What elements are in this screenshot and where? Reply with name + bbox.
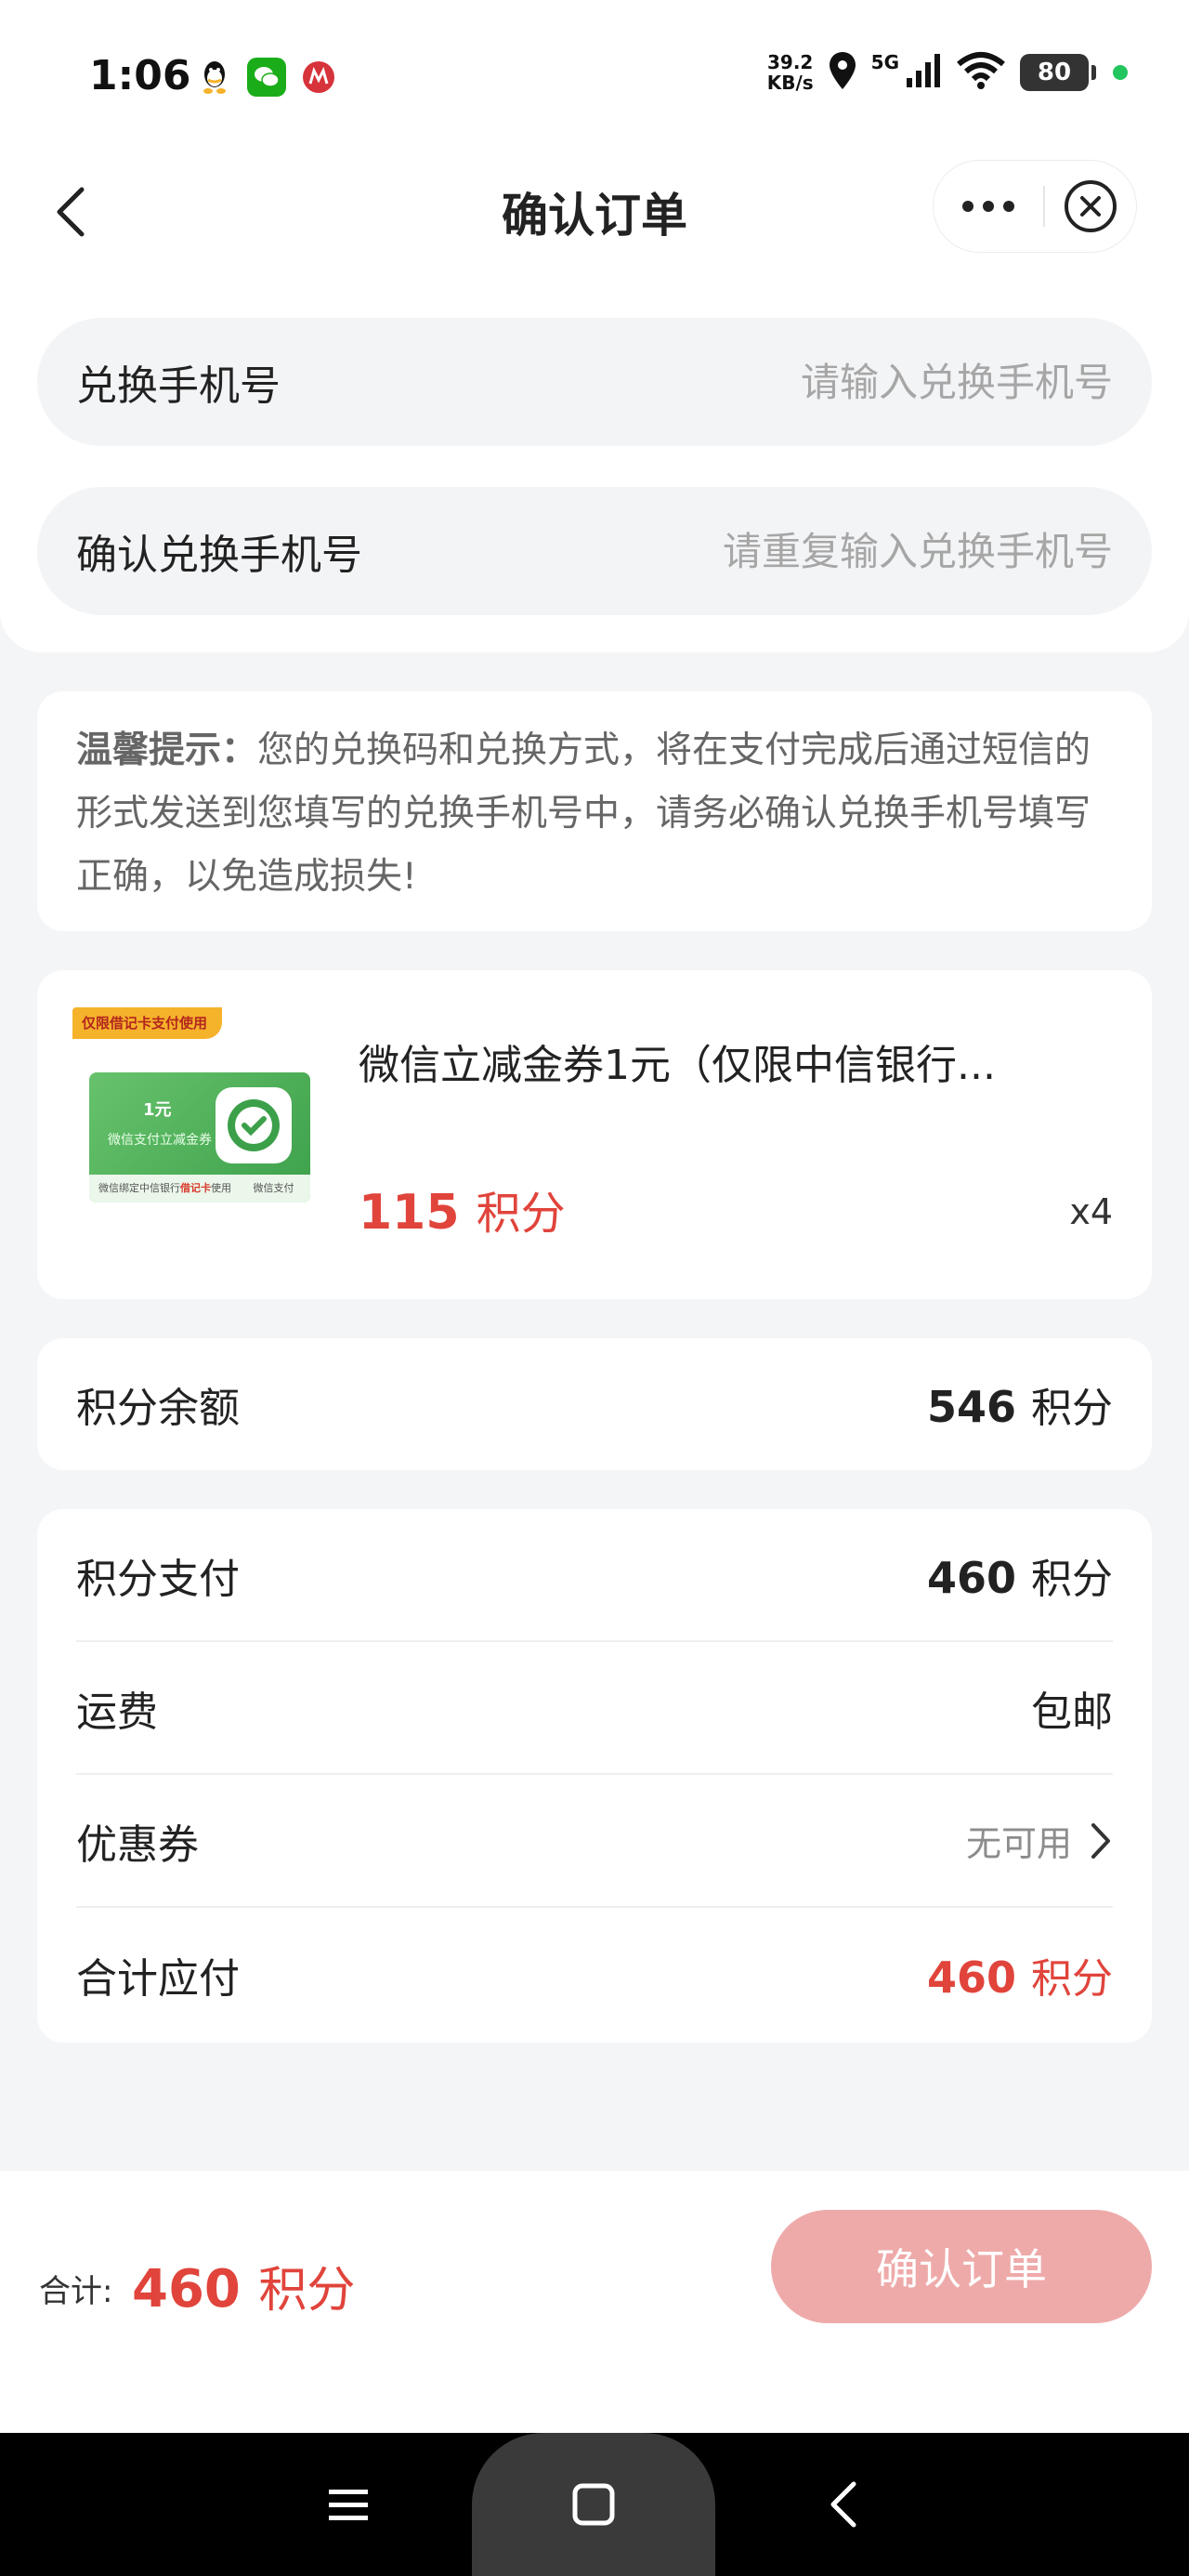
total-unit: 积分 xyxy=(1031,1954,1113,2003)
battery-indicator: 80 xyxy=(1020,54,1096,91)
shipping-value: 包邮 xyxy=(1031,1688,1113,1736)
product-title: 微信立减金券1元（仅限中信银行... xyxy=(359,1042,996,1089)
coupon-value: 无可用 xyxy=(965,1823,1072,1864)
footer-total-label: 合计: xyxy=(39,2273,113,2310)
product-price-value: 115 xyxy=(359,1185,460,1241)
home-square-icon xyxy=(572,2483,615,2526)
debit-only-badge: 仅限借记卡支付使用 xyxy=(72,1007,223,1039)
coupon-footer-suffix: 使用 xyxy=(211,1182,231,1194)
confirm-phone-input[interactable] xyxy=(593,528,1113,574)
more-dots-icon xyxy=(962,201,1014,212)
points-pay-value: 460 xyxy=(926,1552,1016,1603)
tip-text: 温馨提示：您的兑换码和兑换方式，将在支付完成后通过短信的形式发送到您填写的兑换手… xyxy=(76,719,1113,909)
home-button[interactable] xyxy=(472,2433,715,2576)
shipping-label: 运费 xyxy=(76,1688,158,1736)
wifi-icon xyxy=(955,51,1007,94)
close-circle-icon xyxy=(1065,180,1117,232)
coupon-amount: 1元 xyxy=(143,1100,172,1120)
net-speed-unit: KB/s xyxy=(766,72,814,94)
system-back-button[interactable] xyxy=(801,2433,884,2576)
recent-apps-button[interactable] xyxy=(307,2433,390,2576)
summary-card: 积分支付 460 积分 运费 包邮 优惠券 无可用 合计应付 460 积分 xyxy=(37,1509,1152,2043)
phone-label: 兑换手机号 xyxy=(76,362,281,410)
mini-program-capsule xyxy=(933,160,1137,253)
coupon-row[interactable]: 优惠券 无可用 xyxy=(76,1775,1113,1908)
coupon-name: 微信支付立减金券 xyxy=(108,1133,212,1148)
network-type: 5G xyxy=(870,51,899,73)
balance-amount: 546 积分 xyxy=(927,1374,1113,1434)
signal-icon xyxy=(905,52,942,93)
product-card[interactable]: 仅限借记卡支付使用 1元 微信支付立减金券 微信绑定中信银行借记卡使用 微信支付… xyxy=(37,970,1152,1299)
balance-label: 积分余额 xyxy=(76,1385,240,1432)
status-indicators: 39.2 KB/s 5G 80 xyxy=(767,50,1128,95)
back-arrow-icon xyxy=(830,2481,856,2528)
status-time: 1:06 xyxy=(89,52,191,99)
phone-input[interactable] xyxy=(593,359,1113,405)
location-icon xyxy=(827,50,858,95)
footer-total-amount: 460 积分 xyxy=(132,2251,355,2320)
coupon-selector[interactable]: 无可用 xyxy=(966,1815,1113,1866)
balance-value: 546 xyxy=(926,1382,1016,1432)
coupon-footer-pay: 微信支付 xyxy=(253,1182,294,1194)
product-quantity: x4 xyxy=(1069,1191,1113,1232)
shipping-row: 运费 包邮 xyxy=(76,1642,1113,1775)
product-price: 115 积分 xyxy=(359,1176,566,1242)
coupon-label: 优惠券 xyxy=(76,1820,199,1869)
status-bar: 1:06 39.2 KB/s 5G 80 xyxy=(0,0,1189,149)
balance-unit: 积分 xyxy=(1031,1385,1113,1432)
coupon-thumbnail: 1元 微信支付立减金券 微信绑定中信银行借记卡使用 微信支付 xyxy=(89,1072,310,1203)
product-price-unit: 积分 xyxy=(476,1188,566,1240)
wechat-pay-logo-icon xyxy=(216,1087,292,1163)
net-speed-value: 39.2 xyxy=(767,51,814,73)
points-pay-amount: 460 积分 xyxy=(927,1545,1113,1605)
points-pay-row: 积分支付 460 积分 xyxy=(76,1509,1113,1642)
confirm-phone-row: 确认兑换手机号 xyxy=(37,487,1152,615)
points-pay-label: 积分支付 xyxy=(76,1555,240,1603)
total-amount: 460 积分 xyxy=(927,1945,1113,2004)
confirm-phone-label: 确认兑换手机号 xyxy=(76,532,362,579)
confirm-order-button[interactable]: 确认订单 xyxy=(771,2210,1152,2323)
order-confirm-page: 1:06 39.2 KB/s 5G 80 确认订单 兑换手机号 请输入兑换手机号… xyxy=(0,0,1189,2576)
tip-card: 温馨提示：您的兑换码和兑换方式，将在支付完成后通过短信的形式发送到您填写的兑换手… xyxy=(37,691,1152,931)
footer-total-value: 460 xyxy=(132,2259,241,2320)
bottom-action-bar: 合计: 460 积分 确认订单 xyxy=(0,2171,1189,2433)
footer-total-unit: 积分 xyxy=(258,2263,356,2319)
system-nav-bar xyxy=(0,2433,1189,2576)
wechat-icon xyxy=(247,58,286,97)
privacy-indicator-dot xyxy=(1113,65,1128,80)
more-button[interactable] xyxy=(934,161,1043,252)
total-row: 合计应付 460 积分 xyxy=(76,1908,1113,2041)
net-speed: 39.2 KB/s xyxy=(767,52,814,93)
bank-app-icon xyxy=(299,58,338,97)
close-button[interactable] xyxy=(1045,161,1136,252)
product-image: 仅限借记卡支付使用 1元 微信支付立减金券 微信绑定中信银行借记卡使用 微信支付 xyxy=(72,1007,351,1240)
coupon-footer-highlight: 借记卡 xyxy=(180,1182,211,1194)
menu-icon xyxy=(329,2490,368,2520)
points-pay-unit: 积分 xyxy=(1031,1555,1113,1603)
coupon-footer: 微信绑定中信银行借记卡使用 微信支付 xyxy=(89,1175,310,1203)
balance-card: 积分余额 546 积分 xyxy=(37,1338,1152,1470)
tip-prefix: 温馨提示： xyxy=(76,729,258,771)
qq-icon xyxy=(195,58,234,97)
coupon-footer-prefix: 微信绑定中信银行 xyxy=(98,1182,180,1194)
chevron-right-icon xyxy=(1091,1822,1110,1859)
total-value: 460 xyxy=(926,1952,1016,2003)
status-app-icons xyxy=(195,58,338,97)
phone-row: 兑换手机号 xyxy=(37,318,1152,446)
total-label: 合计应付 xyxy=(76,1954,240,2003)
